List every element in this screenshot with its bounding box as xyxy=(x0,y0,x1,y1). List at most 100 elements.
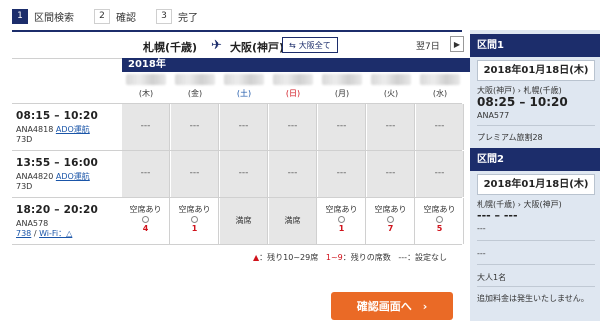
seats-available-label: 空席あり xyxy=(178,205,211,214)
seat-cell: --- xyxy=(367,104,415,150)
segment1-time: 08:25 – 10:20 xyxy=(477,95,568,109)
step-number: 2 xyxy=(94,8,110,24)
segment1-header: 区間1 xyxy=(470,34,600,57)
seat-cell: --- xyxy=(171,104,219,150)
seat-cell: --- xyxy=(318,104,366,150)
aircraft-type: 738 xyxy=(16,229,32,238)
weekday-label: (木) xyxy=(138,89,154,98)
seat-cell: --- xyxy=(220,104,268,150)
operator-link[interactable]: ADO運航 xyxy=(56,125,90,134)
aircraft-type: 73D xyxy=(16,182,33,191)
flight-time: 13:55 – 16:00 xyxy=(16,157,99,169)
date-blurred xyxy=(371,74,411,85)
year-header: 2018年 xyxy=(122,58,472,72)
seats-available-label: 空席あり xyxy=(129,205,162,214)
seats-remaining-count: 1 xyxy=(191,224,198,233)
operator-link[interactable]: ADO運航 xyxy=(56,172,90,181)
date-blurred xyxy=(126,74,166,85)
seat-cell: 満席 xyxy=(269,198,317,244)
panel-divider xyxy=(477,125,595,126)
seats-available-label: 空席あり xyxy=(325,205,358,214)
wifi-link[interactable]: Wi-Fi：△ xyxy=(39,229,72,238)
step-label: 確認 xyxy=(116,12,136,24)
not-available-dash: --- xyxy=(238,168,249,178)
flight-number: ANA4818 xyxy=(16,125,54,134)
seat-cell: --- xyxy=(220,151,268,197)
seat-cell: --- xyxy=(416,104,464,150)
not-available-dash: --- xyxy=(189,168,200,178)
seat-cell: --- xyxy=(122,104,170,150)
itinerary-summary-panel: 区間1 2018年01月18日(木) 大阪(神戸) › 札幌(千歳) 08:25… xyxy=(470,30,600,321)
seat-cell: --- xyxy=(122,151,170,197)
seat-cell[interactable]: 空席あり 7 xyxy=(367,198,415,244)
passenger-count: 大人1名 xyxy=(477,273,507,282)
flight-number-line: ANA4818 ADO運航 xyxy=(16,125,122,135)
seats-remaining-count: 1 xyxy=(338,224,345,233)
all-airports-label: 大阪全て xyxy=(298,40,331,50)
flight-number: ANA4820 xyxy=(16,172,54,181)
row-divider xyxy=(12,58,122,59)
select-radio[interactable] xyxy=(338,216,345,223)
next-week-button[interactable]: ▶ xyxy=(450,36,464,52)
date-blurred xyxy=(224,74,264,85)
seat-cell[interactable]: 空席あり 1 xyxy=(318,198,366,244)
flight-info: 13:55 – 16:00 ANA4820 ADO運航 73D xyxy=(12,157,122,192)
step-search: 1 区間検索 xyxy=(12,8,74,24)
date-blurred xyxy=(420,74,460,85)
seats-remaining-count: 7 xyxy=(387,224,394,233)
not-available-dash: --- xyxy=(287,121,298,131)
aircraft-line: 73D xyxy=(16,135,122,145)
aircraft-line: 73D xyxy=(16,182,122,192)
panel-divider xyxy=(477,240,595,241)
select-radio[interactable] xyxy=(191,216,198,223)
panel-divider xyxy=(477,264,595,265)
not-available-dash: --- xyxy=(336,121,347,131)
not-available-dash: --- xyxy=(287,168,298,178)
date-blurred xyxy=(322,74,362,85)
destination-airport: 大阪(神戸) xyxy=(230,41,285,54)
header-divider xyxy=(12,30,462,32)
flight-time: 08:15 – 10:20 xyxy=(16,110,99,122)
sold-out-label: 満席 xyxy=(235,216,252,225)
sold-out-label: 満席 xyxy=(284,216,301,225)
segment2-fare: --- xyxy=(477,249,486,258)
select-radio[interactable] xyxy=(142,216,149,223)
panel-divider xyxy=(477,286,595,287)
seat-cell[interactable]: 空席あり 5 xyxy=(416,198,464,244)
seat-legend: ▲：残り10~29席 1~9：残りの席数 ---：設定なし xyxy=(253,252,447,263)
aircraft-type: 73D xyxy=(16,135,33,144)
seat-cell: --- xyxy=(269,104,317,150)
availability-table: 2018年 (木) (金) (土) (日) (月) (火) (水) 08:15 … xyxy=(12,58,472,248)
date-blurred xyxy=(273,74,313,85)
seat-cell[interactable]: 空席あり 4 xyxy=(122,198,170,244)
airplane-icon: ✈ xyxy=(211,38,222,53)
legend-dash-text: ：設定なし xyxy=(407,253,448,262)
select-radio[interactable] xyxy=(436,216,443,223)
weekday-label: (土) xyxy=(236,89,252,98)
chevron-right-icon: ▶ xyxy=(453,39,461,49)
seat-cell[interactable]: 空席あり 1 xyxy=(171,198,219,244)
flight-number-line: ANA578 xyxy=(16,219,122,229)
flight-info: 08:15 – 10:20 ANA4818 ADO運航 73D xyxy=(12,110,122,145)
select-radio[interactable] xyxy=(387,216,394,223)
step-number: 3 xyxy=(156,8,172,24)
segment1-flight: ANA577 xyxy=(477,111,510,120)
step-label: 区間検索 xyxy=(34,12,74,24)
step-complete: 3 完了 xyxy=(156,8,198,24)
flight-number: ANA578 xyxy=(16,219,49,228)
weekday-label: (日) xyxy=(285,89,301,98)
not-available-dash: --- xyxy=(189,121,200,131)
swap-arrows-icon: ⇆ xyxy=(289,40,296,50)
next-7-days-label: 翌7日 xyxy=(416,42,440,52)
flight-number-line: ANA4820 ADO運航 xyxy=(16,172,122,182)
flight-info: 18:20 – 20:20 ANA578 738 / Wi-Fi：△ xyxy=(12,204,122,239)
route-header: 札幌(千歳) ✈ 大阪(神戸) ⇆ 大阪全て 翌7日 ▶ xyxy=(12,36,464,58)
seat-cell: --- xyxy=(171,151,219,197)
go-to-confirm-button[interactable]: 確認画面へ › xyxy=(331,292,453,320)
segment2-date: 2018年01月18日(木) xyxy=(477,174,595,195)
seats-available-label: 空席あり xyxy=(423,205,456,214)
all-airports-button[interactable]: ⇆ 大阪全て xyxy=(282,37,338,53)
not-available-dash: --- xyxy=(140,121,151,131)
step-confirm: 2 確認 xyxy=(94,8,136,24)
segment2-header: 区間2 xyxy=(470,148,600,171)
